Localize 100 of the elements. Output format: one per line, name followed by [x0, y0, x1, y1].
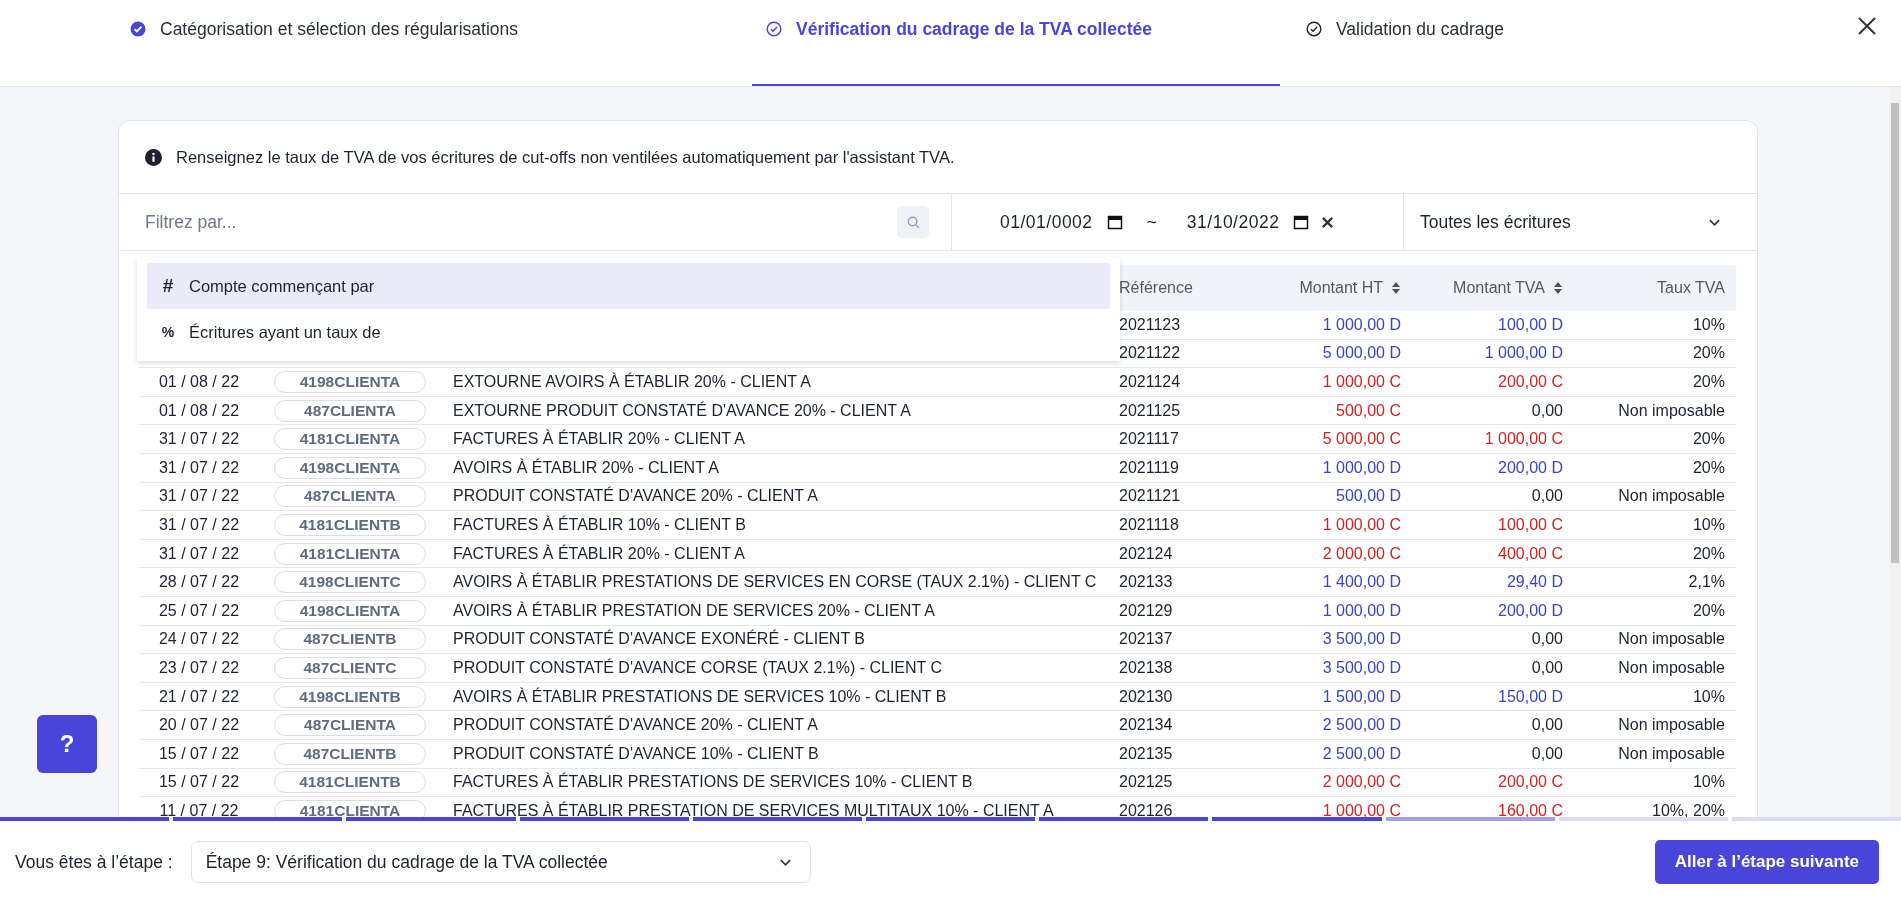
- vat-rate-cell: Non imposable: [1618, 658, 1725, 676]
- amount-cell: 2 000,00 C: [1322, 773, 1401, 791]
- vat-rate-cell: 20%: [1692, 458, 1725, 476]
- reference-cell: 202124: [1119, 544, 1173, 562]
- label-cell: FACTURES À ÉTABLIR 10% - CLIENT B: [453, 515, 746, 533]
- amount-cell: 3 500,00 D: [1322, 658, 1401, 676]
- label-cell: FACTURES À ÉTABLIR PRESTATION DE SERVICES MULTITAUX 10% - CLIENT A: [453, 801, 1054, 817]
- column-header[interactable]: Montant HT: [1250, 265, 1412, 311]
- date-cell: 31 / 07 / 22: [158, 487, 240, 505]
- step-tab[interactable]: Vérification du cadrage de la TVA collectée: [752, 0, 1280, 86]
- reference-cell: 202126: [1119, 801, 1173, 817]
- filter-option[interactable]: % Écritures ayant un taux de: [147, 309, 1110, 355]
- reference-cell: 2021125: [1119, 401, 1181, 419]
- vat-amount-cell: 400,00 C: [1498, 544, 1563, 562]
- vat-amount-cell: 0,00: [1531, 487, 1563, 505]
- amount-cell: 1 000,00 D: [1322, 601, 1401, 619]
- option-symbol: %: [160, 324, 176, 340]
- scrollbar[interactable]: [1889, 87, 1901, 817]
- label-cell: FACTURES À ÉTABLIR PRESTATIONS DE SERVICES 10% - CLIENT B: [453, 773, 973, 791]
- date-cell: 28 / 07 / 22: [158, 573, 240, 591]
- vat-amount-cell: 200,00 C: [1498, 773, 1563, 791]
- vat-rate-cell: 20%: [1692, 544, 1725, 562]
- vat-amount-cell: 100,00 D: [1498, 315, 1563, 333]
- vat-rate-cell: 10%: [1692, 315, 1725, 333]
- vat-rate-cell: Non imposable: [1618, 630, 1725, 648]
- vat-amount-cell: 0,00: [1531, 658, 1563, 676]
- vat-amount-cell: 1 000,00 D: [1484, 344, 1563, 362]
- filter-option[interactable]: # Compte commençant par: [147, 263, 1110, 309]
- sort-icon: [1391, 281, 1401, 295]
- amount-cell: 2 000,00 C: [1322, 544, 1401, 562]
- vat-rate-cell: 20%: [1692, 373, 1725, 390]
- option-symbol: #: [161, 275, 175, 297]
- vat-amount-cell: 0,00: [1531, 716, 1563, 734]
- label-cell: PRODUIT CONSTATÉ D'AVANCE 10% - CLIENT B: [453, 744, 819, 762]
- vat-rate-cell: 10%: [1692, 773, 1725, 791]
- clear-icon[interactable]: [1321, 215, 1335, 229]
- scope-dropdown[interactable]: Toutes les écritures: [1404, 194, 1757, 250]
- vat-amount-cell: 200,00 C: [1498, 373, 1563, 390]
- vat-rate-cell: 2,1%: [1688, 573, 1725, 591]
- amount-cell: 5 000,00 D: [1322, 344, 1401, 362]
- help-button[interactable]: ?: [37, 715, 97, 773]
- reference-cell: 202129: [1119, 601, 1173, 619]
- reference-cell: 202125: [1119, 773, 1173, 791]
- label-cell: AVOIRS À ÉTABLIR PRESTATION DE SERVICES 20% - CLIENT A: [453, 601, 935, 619]
- date-cell: 21 / 07 / 22: [158, 687, 240, 705]
- vat-rate-cell: 20%: [1692, 430, 1725, 448]
- start-date-field[interactable]: 01/01/0002: [1000, 211, 1093, 233]
- amount-cell: 3 500,00 D: [1322, 630, 1401, 648]
- next-step-button[interactable]: Aller à l’étape suivante: [1654, 840, 1879, 884]
- vat-rate-cell: 20%: [1692, 601, 1725, 619]
- reference-cell: 2021124: [1119, 373, 1181, 390]
- amount-cell: 1 000,00 D: [1322, 315, 1401, 333]
- date-cell: 15 / 07 / 22: [158, 773, 240, 791]
- date-cell: 25 / 07 / 22: [158, 601, 240, 619]
- label-cell: AVOIRS À ÉTABLIR PRESTATIONS DE SERVICES 10% - CLIENT B: [453, 687, 947, 705]
- step-tab[interactable]: Validation du cadrage: [1291, 0, 1516, 86]
- check-circle-icon: [1305, 21, 1322, 37]
- date-separator: ~: [1146, 211, 1157, 233]
- amount-cell: 5 000,00 C: [1322, 430, 1401, 448]
- vat-amount-cell: 0,00: [1531, 401, 1563, 419]
- vat-rate-cell: Non imposable: [1618, 744, 1725, 762]
- date-cell: 15 / 07 / 22: [158, 744, 240, 762]
- vat-rate-cell: Non imposable: [1618, 716, 1725, 734]
- step-tab[interactable]: Catégorisation et sélection des régularisations: [116, 0, 530, 86]
- vat-rate-cell: 10%: [1692, 687, 1725, 705]
- filter-field[interactable]: Filtrez par...: [143, 210, 897, 234]
- date-cell: 01 / 08 / 22: [158, 401, 240, 419]
- reference-cell: 2021119: [1119, 458, 1179, 476]
- date-cell: 31 / 07 / 22: [158, 544, 240, 562]
- reference-cell: 2021118: [1119, 515, 1179, 533]
- amount-cell: 1 400,00 D: [1322, 573, 1401, 591]
- date-cell: 31 / 07 / 22: [158, 430, 240, 448]
- reference-cell: 2021122: [1119, 344, 1181, 362]
- reference-cell: 2021121: [1119, 487, 1181, 505]
- calendar-icon[interactable]: [1293, 214, 1310, 230]
- vat-rate-cell: 20%: [1692, 344, 1725, 362]
- vat-rate-cell: Non imposable: [1618, 487, 1725, 505]
- amount-cell: 1 000,00 D: [1322, 458, 1401, 476]
- calendar-icon[interactable]: [1106, 214, 1123, 230]
- label-cell: FACTURES À ÉTABLIR 20% - CLIENT A: [453, 544, 745, 562]
- end-date-field[interactable]: 31/10/2022: [1186, 211, 1280, 233]
- vat-amount-cell: 0,00: [1531, 630, 1563, 648]
- info-icon: [145, 148, 162, 166]
- amount-cell: 1 500,00 D: [1322, 687, 1401, 705]
- reference-cell: 2021117: [1119, 430, 1179, 448]
- amount-cell: 2 500,00 D: [1322, 716, 1401, 734]
- amount-cell: 500,00 D: [1336, 487, 1401, 505]
- date-cell: 20 / 07 / 22: [158, 716, 240, 734]
- amount-cell: 500,00 C: [1336, 401, 1401, 419]
- vat-amount-cell: 200,00 D: [1498, 601, 1563, 619]
- reference-cell: 202135: [1119, 744, 1173, 762]
- vat-amount-cell: 29,40 D: [1506, 573, 1563, 591]
- label-cell: FACTURES À ÉTABLIR 20% - CLIENT A: [453, 430, 745, 448]
- label-cell: AVOIRS À ÉTABLIR PRESTATIONS DE SERVICES EN CORSE (TAUX 2.1%) - CLIENT C: [453, 573, 1097, 591]
- column-header: Taux TVA: [1574, 265, 1736, 311]
- date-cell: 24 / 07 / 22: [158, 630, 240, 648]
- date-cell: 01 / 08 / 22: [158, 373, 240, 390]
- step-select[interactable]: Étape 9: Vérification du cadrage de la TVA collectée: [190, 841, 811, 883]
- column-header[interactable]: Montant TVA: [1412, 265, 1574, 311]
- reference-cell: 202130: [1119, 687, 1173, 705]
